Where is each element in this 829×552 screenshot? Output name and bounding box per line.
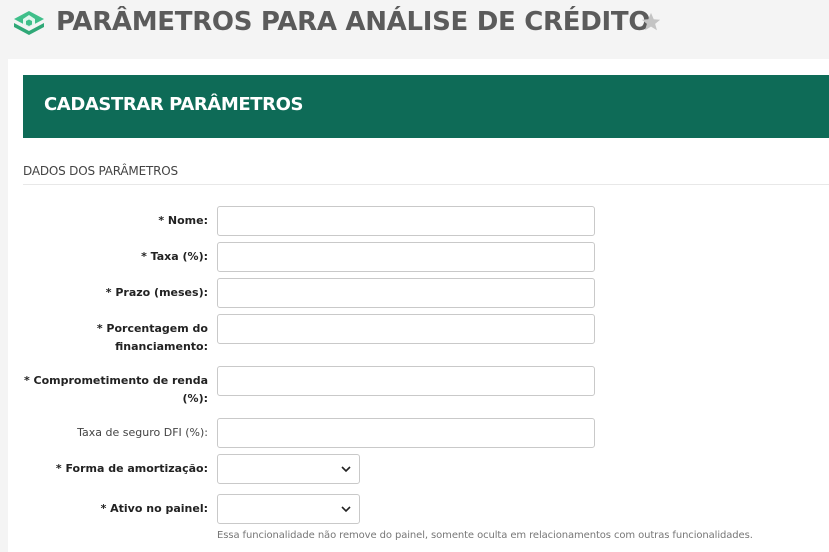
comprometimento-label-line1: * Comprometimento de renda [23, 374, 208, 387]
nome-label: * Nome: [158, 214, 208, 227]
taxa-input[interactable] [217, 242, 595, 272]
ativo-select[interactable] [217, 494, 360, 524]
porcentagem-label-line2: financiamento: [115, 340, 208, 353]
chevron-down-icon [341, 466, 351, 473]
amortizacao-select[interactable] [217, 454, 360, 484]
seguro-dfi-input[interactable] [217, 418, 595, 448]
chevron-down-icon [341, 506, 351, 513]
ativo-help-text: Essa funcionalidade não remove do painel… [217, 530, 753, 541]
prazo-input[interactable] [217, 278, 595, 308]
porcentagem-input[interactable] [217, 314, 595, 344]
seguro-dfi-label: Taxa de seguro DFI (%): [77, 426, 208, 439]
porcentagem-label-line1: * Porcentagem do [96, 322, 208, 335]
nome-input[interactable] [217, 206, 595, 236]
comprometimento-input[interactable] [217, 366, 595, 396]
section-title: DADOS DOS PARÂMETROS [23, 164, 178, 178]
houses-stack-icon [14, 11, 44, 35]
comprometimento-label-line2: (%): [182, 392, 208, 405]
taxa-label: * Taxa (%): [141, 250, 208, 263]
porcentagem-label: * Porcentagem do financiamento: [8, 320, 208, 356]
ativo-label: * Ativo no painel: [100, 502, 208, 515]
prazo-label: * Prazo (meses): [105, 286, 208, 299]
comprometimento-label: * Comprometimento de renda (%): [8, 372, 208, 408]
page-title: PARÂMETROS PARA ANÁLISE DE CRÉDITO [56, 7, 651, 37]
form-banner: CADASTRAR PARÂMETROS [23, 75, 829, 138]
section-divider [23, 184, 829, 185]
banner-title: CADASTRAR PARÂMETROS [44, 94, 304, 115]
star-icon[interactable] [640, 11, 662, 33]
page-header: PARÂMETROS PARA ANÁLISE DE CRÉDITO [0, 0, 829, 50]
amortizacao-label: * Forma de amortização: [55, 462, 208, 475]
